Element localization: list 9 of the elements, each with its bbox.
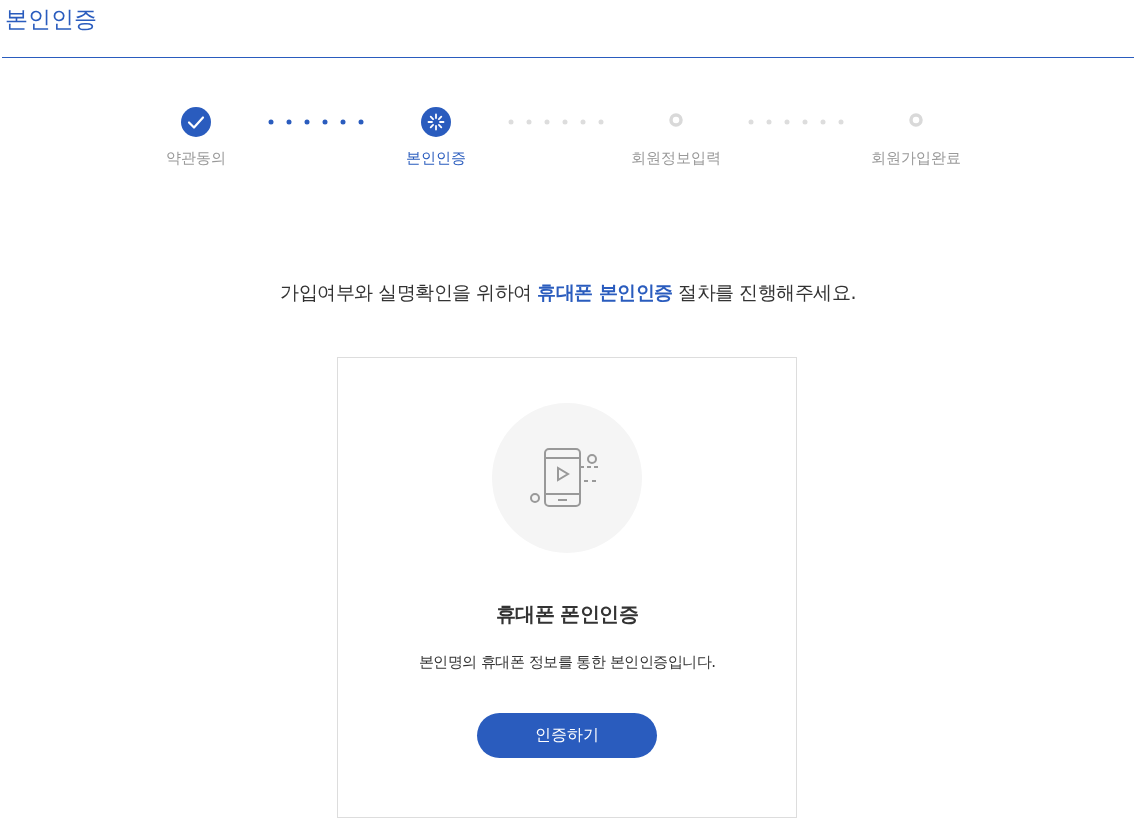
step-label: 본인인증 bbox=[406, 149, 466, 168]
step-label: 회원가입완료 bbox=[871, 149, 961, 168]
instruction-text: 가입여부와 실명확인을 위하여 휴대폰 본인인증 절차를 진행해주세요. bbox=[280, 280, 856, 305]
page-title: 본인인증 bbox=[4, 5, 98, 34]
verify-button[interactable]: 인증하기 bbox=[477, 713, 657, 758]
card-description: 본인명의 휴대폰 정보를 통한 본인인증입니다. bbox=[418, 653, 716, 672]
card-title: 휴대폰 폰인인증 bbox=[495, 601, 639, 628]
step-label: 회원정보입력 bbox=[631, 149, 721, 168]
step-label: 약관동의 bbox=[166, 149, 226, 168]
